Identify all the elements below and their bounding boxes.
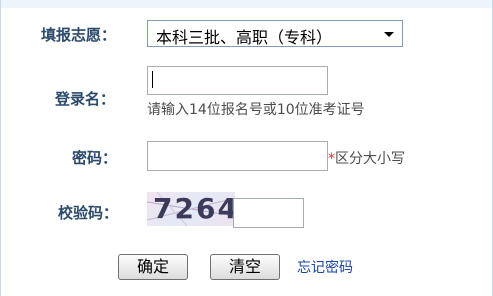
required-marker: *	[328, 151, 335, 167]
password-hint: *区分大小写	[328, 148, 405, 168]
captcha-label: 校验码：	[58, 204, 119, 222]
captcha-image[interactable]: 7264	[147, 192, 235, 226]
username-hint: 请输入14位报名号或10位准考证号	[147, 102, 365, 118]
password-label: 密码：	[72, 149, 118, 167]
confirm-button[interactable]: 确定	[118, 254, 188, 280]
username-label: 登录名：	[55, 90, 116, 108]
volunteer-select[interactable]: 本科三批、高职（专科）	[147, 20, 403, 47]
username-input[interactable]	[147, 66, 328, 95]
chevron-down-icon[interactable]	[384, 32, 394, 37]
captcha-code: 7264	[153, 192, 235, 225]
panel-top-strip	[1, 0, 492, 8]
clear-button[interactable]: 清空	[210, 254, 280, 280]
password-hint-text: 区分大小写	[335, 151, 405, 167]
password-input[interactable]	[147, 141, 328, 171]
text-caret	[152, 71, 153, 88]
login-form-panel: 填报志愿： 本科三批、高职（专科） 登录名： 请输入14位报名号或10位准考证号…	[0, 0, 493, 296]
captcha-input[interactable]	[233, 198, 304, 228]
volunteer-label: 填报志愿：	[41, 26, 117, 44]
forgot-password-link[interactable]: 忘记密码	[297, 257, 353, 277]
volunteer-select-value: 本科三批、高职（专科）	[156, 28, 333, 47]
